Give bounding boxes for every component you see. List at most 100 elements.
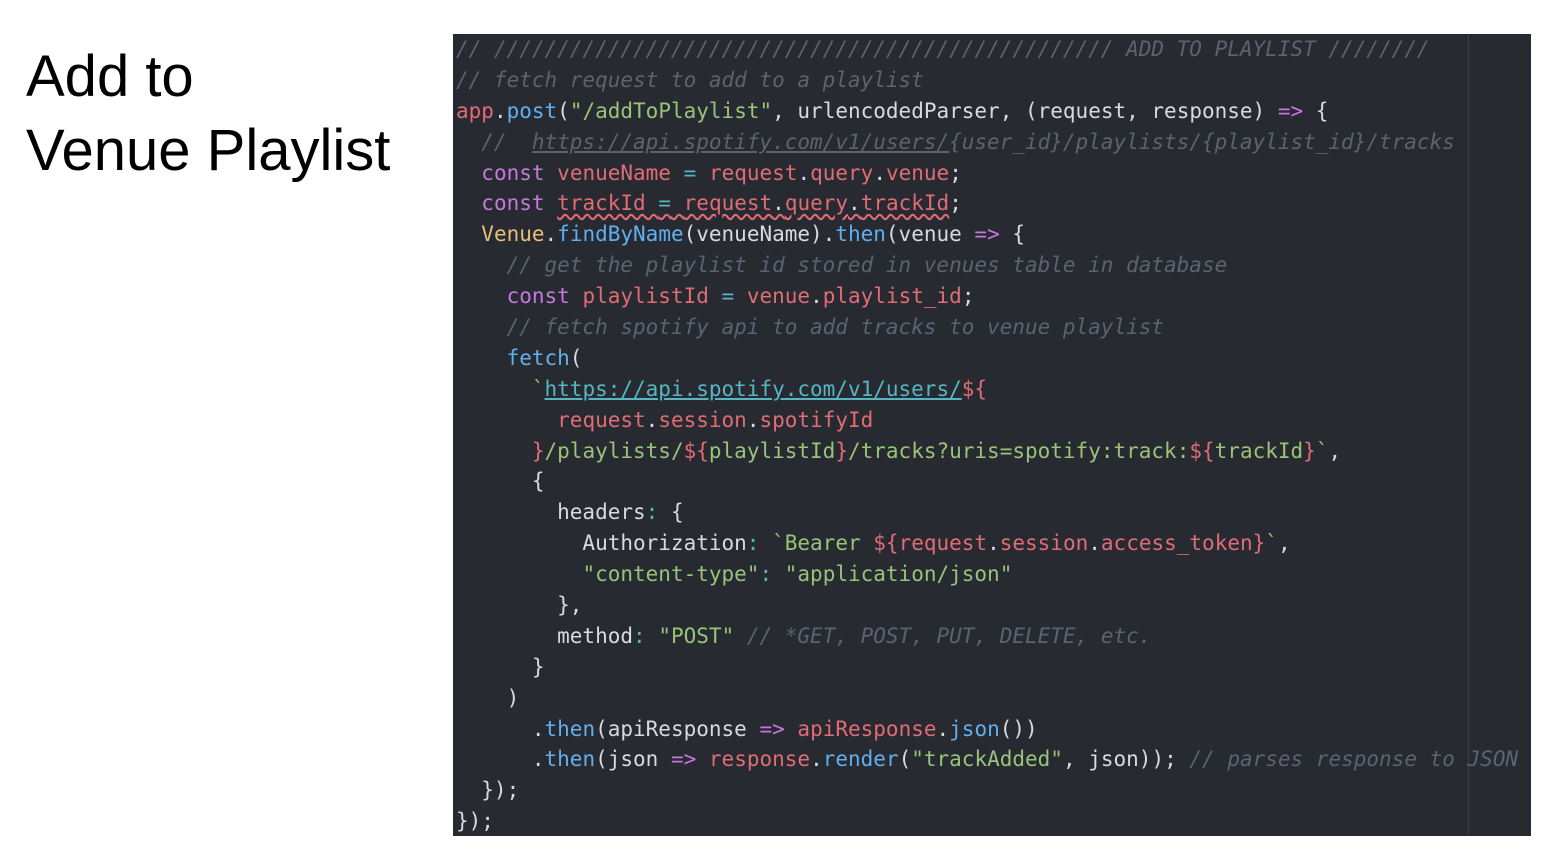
code-token: ${	[1189, 438, 1215, 463]
code-line: },	[456, 590, 1518, 621]
code-line: const playlistId = venue.playlist_id;	[456, 281, 1518, 312]
code-token: /tracks?uris=spotify:track:	[847, 438, 1190, 463]
code-line: // fetch request to add to a playlist	[456, 65, 1518, 96]
code-token: ())	[999, 716, 1038, 741]
code-token: :	[645, 500, 659, 525]
code-line: fetch(	[456, 343, 1518, 374]
code-line: // /////////////////////////////////////…	[456, 34, 1518, 65]
code-token: .	[797, 160, 811, 185]
code-token: "trackAdded"	[911, 747, 1063, 772]
code-token: }	[1303, 438, 1316, 463]
code-token: (	[898, 747, 912, 772]
code-token: }	[456, 654, 545, 679]
code-token: )	[456, 685, 520, 710]
code-token: .	[772, 191, 785, 216]
code-token: =	[683, 160, 697, 185]
code-token: request	[683, 191, 773, 216]
code-line: // fetch spotify api to add tracks to ve…	[456, 312, 1518, 343]
code-token: .	[848, 191, 861, 216]
code-token: Venue	[481, 222, 545, 247]
code-line: Authorization: `Bearer ${request.session…	[456, 528, 1518, 559]
code-token: .	[987, 531, 1000, 556]
code-line: method: "POST" // *GET, POST, PUT, DELET…	[456, 621, 1518, 652]
code-token: https://api.spotify.com/v1/users/	[531, 129, 950, 154]
code-token: venue	[746, 284, 811, 309]
code-token: {user_id}/playlists/{playlist_id}/tracks	[949, 129, 1455, 154]
code-token: .	[456, 747, 545, 772]
code-token: (	[557, 98, 570, 123]
code-token: ;	[949, 191, 962, 216]
code-line: )	[456, 683, 1518, 714]
code-line: });	[456, 806, 1518, 836]
code-token: const	[506, 284, 570, 309]
code-line: const trackId = request.query.trackId;	[456, 188, 1518, 219]
code-token: "/addToPlaylist"	[569, 98, 773, 123]
code-token: .	[493, 98, 507, 123]
code-token: =>	[759, 716, 785, 741]
code-token: playlist_id	[822, 284, 962, 309]
slide-title: Add to Venue Playlist	[26, 40, 390, 188]
code-token: request	[557, 407, 646, 432]
code-line: const venueName = request.query.venue;	[456, 158, 1518, 189]
code-token: then	[544, 716, 596, 741]
code-token: (venue	[885, 222, 975, 247]
code-line: }	[456, 652, 1518, 683]
code-token: ,	[1277, 531, 1291, 556]
code-token: ${	[683, 438, 709, 463]
code-token: {	[1303, 98, 1329, 123]
slide-title-line-2: Venue Playlist	[26, 118, 391, 183]
code-token: ${	[873, 531, 899, 556]
code-token: // fetch request to add to a playlist	[456, 67, 924, 92]
slide-title-line-1: Add to	[26, 44, 194, 109]
code-token: , json));	[1062, 747, 1190, 772]
code-token: "POST"	[658, 623, 735, 648]
code-token: .	[544, 222, 558, 247]
code-token: const	[481, 191, 545, 216]
code-token: .	[1088, 531, 1101, 556]
code-line: {	[456, 466, 1518, 497]
code-token: .	[645, 407, 659, 432]
code-token: const	[481, 160, 545, 185]
code-token: trackId	[860, 191, 950, 216]
code-token: spotifyId	[759, 407, 874, 432]
code-token: :	[633, 623, 646, 648]
code-token: session	[658, 407, 747, 432]
code-token: `	[531, 376, 545, 401]
code-token: app	[456, 98, 494, 123]
code-token: "content-type"	[582, 562, 760, 587]
code-token: render	[822, 747, 899, 772]
code-token: },	[456, 593, 583, 618]
code-token: method	[456, 623, 634, 648]
code-token: trackId	[1214, 438, 1304, 463]
code-token: request	[898, 531, 988, 556]
code-token: // /////////////////////////////////////…	[456, 37, 1430, 61]
code-token: }	[1252, 531, 1266, 556]
code-line: headers: {	[456, 497, 1518, 528]
code-token: {	[658, 500, 684, 525]
code-token: then	[544, 747, 596, 772]
code-token: :	[746, 531, 760, 556]
code-token: apiResponse	[797, 716, 937, 741]
code-token: Authorization	[456, 531, 747, 556]
code-token: .	[873, 160, 886, 185]
code-line: .then(json => response.render("trackAdde…	[456, 744, 1518, 775]
code-token: "application/json"	[784, 562, 1013, 587]
code-token: `Bearer	[772, 531, 874, 556]
